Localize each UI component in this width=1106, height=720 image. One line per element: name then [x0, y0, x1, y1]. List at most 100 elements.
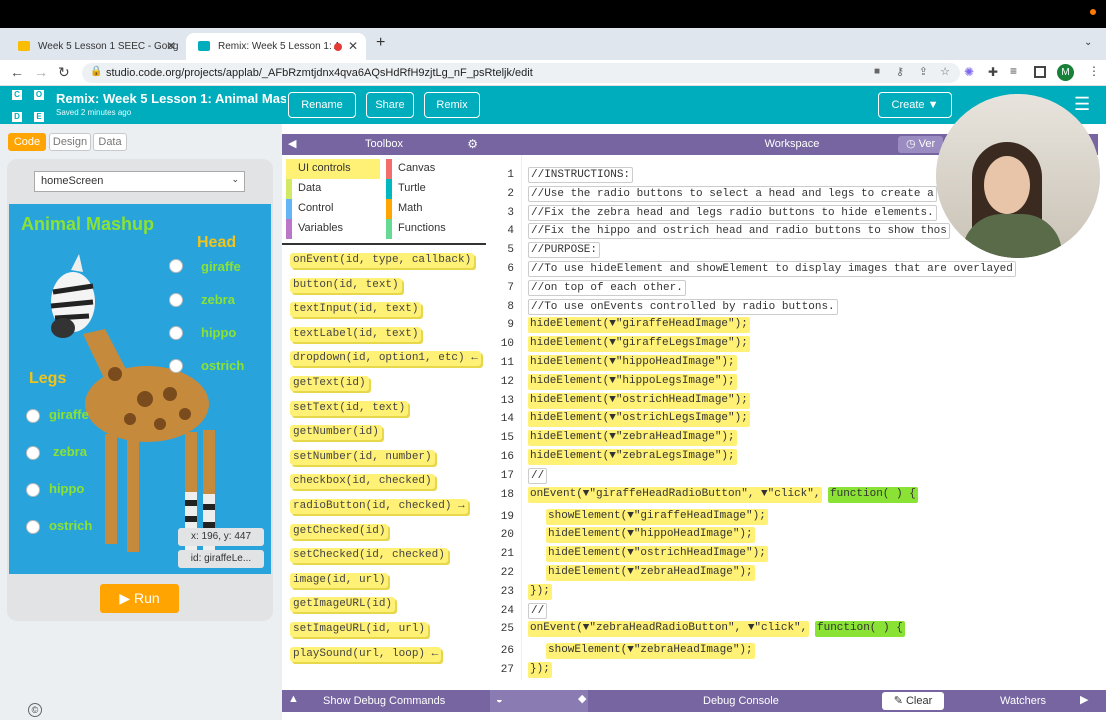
- code-line[interactable]: onEvent(▼"giraffeHeadRadioButton", ▼"cli…: [528, 486, 823, 503]
- code-line[interactable]: hideElement(▼"hippoLegsImage");: [528, 373, 737, 390]
- toolbox-block[interactable]: textLabel(id, text): [290, 326, 422, 342]
- toolbox-block[interactable]: getNumber(id): [290, 425, 382, 441]
- run-button[interactable]: ▶ Run: [100, 584, 179, 613]
- toolbox-block[interactable]: textInput(id, text): [290, 302, 422, 318]
- toolbox-block[interactable]: setNumber(id, number): [290, 449, 435, 465]
- code-comment[interactable]: //PURPOSE:: [528, 242, 601, 259]
- screen-select[interactable]: homeScreen ⌄: [34, 171, 245, 192]
- code-line[interactable]: showElement(▼"giraffeHeadImage");: [546, 508, 768, 525]
- tab-applab[interactable]: Remix: Week 5 Lesson 1: A ✕: [186, 33, 366, 60]
- media-list-icon[interactable]: ≡: [1010, 64, 1017, 78]
- debug-slider[interactable]: ◒ ◆: [490, 690, 588, 712]
- clear-button[interactable]: ✎ Clear: [882, 692, 944, 710]
- toolbox-block[interactable]: onEvent(id, type, callback): [290, 253, 475, 268]
- puzzle-icon[interactable]: ✚: [988, 65, 998, 79]
- toolbox-block[interactable]: getImageURL(id): [290, 597, 396, 613]
- profile-avatar[interactable]: M: [1057, 64, 1074, 81]
- new-tab-icon[interactable]: +: [376, 34, 385, 52]
- browser-menu-icon[interactable]: ⋮: [1088, 64, 1100, 78]
- show-debug-commands[interactable]: Show Debug Commands: [323, 695, 445, 707]
- forward-icon[interactable]: →: [34, 64, 48, 80]
- code-line[interactable]: hideElement(▼"zebraHeadImage");: [528, 430, 737, 447]
- share-button[interactable]: Share: [366, 92, 414, 118]
- code-org-logo[interactable]: C O D E: [12, 90, 44, 122]
- code-line[interactable]: hideElement(▼"ostrichLegsImage");: [528, 411, 750, 428]
- category-math[interactable]: Math: [386, 199, 480, 219]
- watchers-label[interactable]: Watchers: [1000, 695, 1046, 707]
- code-line[interactable]: hideElement(▼"hippoHeadImage");: [528, 355, 737, 371]
- back-icon[interactable]: ←: [10, 64, 24, 80]
- tab-docs[interactable]: Week 5 Lesson 1 SEEC - Goog ✕: [6, 33, 184, 60]
- radio-head-ostrich[interactable]: [169, 359, 183, 373]
- toolbox-block[interactable]: playSound(url, loop) ←: [290, 646, 442, 662]
- code-line[interactable]: hideElement(▼"zebraHeadImage");: [546, 565, 755, 581]
- code-comment[interactable]: //: [528, 602, 548, 619]
- toolbox-block[interactable]: dropdown(id, option1, etc) ←: [290, 351, 481, 367]
- extension-flower-icon[interactable]: ✺: [964, 65, 974, 79]
- close-tab-icon[interactable]: ✕: [166, 39, 176, 53]
- function-block[interactable]: function( ) {: [815, 621, 905, 638]
- expand-debug-icon[interactable]: ▲: [288, 693, 299, 705]
- bookmark-star-icon[interactable]: ☆: [940, 65, 950, 78]
- toolbox-block[interactable]: button(id, text): [290, 277, 402, 293]
- code-line[interactable]: showElement(▼"zebraHeadImage");: [546, 643, 755, 660]
- sidebar-icon[interactable]: [1034, 66, 1046, 78]
- radio-legs-giraffe[interactable]: [26, 409, 40, 423]
- code-comment[interactable]: //Fix the zebra head and legs radio butt…: [528, 204, 937, 221]
- category-turtle[interactable]: Turtle: [386, 179, 480, 199]
- share-page-icon[interactable]: ⇪: [919, 65, 928, 78]
- mode-design-button[interactable]: Design: [49, 133, 91, 151]
- code-line[interactable]: hideElement(▼"zebraLegsImage");: [528, 449, 737, 465]
- function-block[interactable]: function( ) {: [828, 486, 918, 503]
- code-line[interactable]: hideElement(▼"ostrichHeadImage");: [546, 546, 768, 563]
- category-canvas[interactable]: Canvas: [386, 159, 480, 179]
- mode-data-button[interactable]: Data: [93, 133, 127, 151]
- category-functions[interactable]: Functions: [386, 219, 480, 239]
- code-line[interactable]: hideElement(▼"giraffeHeadImage");: [528, 317, 750, 334]
- toolbox-block[interactable]: radioButton(id, checked) →: [290, 499, 468, 514]
- expand-watchers-icon[interactable]: ▶: [1080, 693, 1088, 706]
- code-comment[interactable]: //To use hideElement and showElement to …: [528, 261, 1016, 277]
- radio-legs-hippo[interactable]: [26, 483, 40, 497]
- radio-head-zebra[interactable]: [169, 293, 183, 307]
- toolbox-block[interactable]: getChecked(id): [290, 523, 389, 539]
- code-comment[interactable]: //Fix the hippo and ostrich head and rad…: [528, 223, 950, 240]
- radio-legs-ostrich[interactable]: [26, 520, 40, 534]
- gear-icon[interactable]: ⚙: [467, 134, 478, 155]
- reload-icon[interactable]: ↻: [58, 64, 70, 81]
- app-screen[interactable]: Animal Mashup Head Legs giraffe zebra hi…: [9, 204, 271, 574]
- code-line[interactable]: hideElement(▼"giraffeLegsImage");: [528, 336, 750, 353]
- code-comment[interactable]: //: [528, 467, 548, 484]
- category-ui-controls[interactable]: UI controls: [286, 159, 380, 179]
- copyright-icon[interactable]: ©: [28, 703, 42, 717]
- code-line[interactable]: onEvent(▼"zebraHeadRadioButton", ▼"click…: [528, 621, 810, 638]
- radio-head-giraffe[interactable]: [169, 259, 183, 273]
- category-control[interactable]: Control: [286, 199, 380, 219]
- remix-button[interactable]: Remix: [424, 92, 480, 118]
- key-icon[interactable]: ⚷: [896, 65, 904, 78]
- camera-icon[interactable]: ■: [874, 66, 880, 77]
- toolbox-block[interactable]: setText(id, text): [290, 400, 409, 416]
- code-line[interactable]: });: [528, 583, 552, 600]
- code-comment[interactable]: //Use the radio buttons to select a head…: [528, 185, 937, 202]
- code-line[interactable]: });: [528, 662, 552, 679]
- toolbox-block[interactable]: checkbox(id, checked): [290, 474, 435, 490]
- close-tab-icon[interactable]: ✕: [348, 39, 358, 53]
- collapse-toolbox-icon[interactable]: ◀: [288, 134, 296, 155]
- code-line[interactable]: hideElement(▼"ostrichHeadImage");: [528, 392, 750, 409]
- url-field[interactable]: 🔒 studio.code.org/projects/applab/_AFbRz…: [82, 63, 960, 83]
- code-line[interactable]: hideElement(▼"hippoHeadImage");: [546, 527, 755, 544]
- chevron-down-icon[interactable]: ⌄: [1084, 37, 1092, 48]
- toolbox-block[interactable]: getText(id): [290, 376, 369, 391]
- code-comment[interactable]: //on top of each other.: [528, 279, 686, 296]
- code-comment[interactable]: //INSTRUCTIONS:: [528, 167, 634, 183]
- mode-code-button[interactable]: Code: [8, 133, 46, 151]
- toolbox-block[interactable]: setImageURL(id, url): [290, 622, 429, 637]
- category-variables[interactable]: Variables: [286, 219, 380, 239]
- category-data[interactable]: Data: [286, 179, 380, 199]
- toolbox-block[interactable]: setChecked(id, checked): [290, 548, 448, 564]
- radio-legs-zebra[interactable]: [26, 446, 40, 460]
- code-comment[interactable]: //To use onEvents controlled by radio bu…: [528, 298, 838, 315]
- radio-head-hippo[interactable]: [169, 326, 183, 340]
- toolbox-block[interactable]: image(id, url): [290, 572, 389, 588]
